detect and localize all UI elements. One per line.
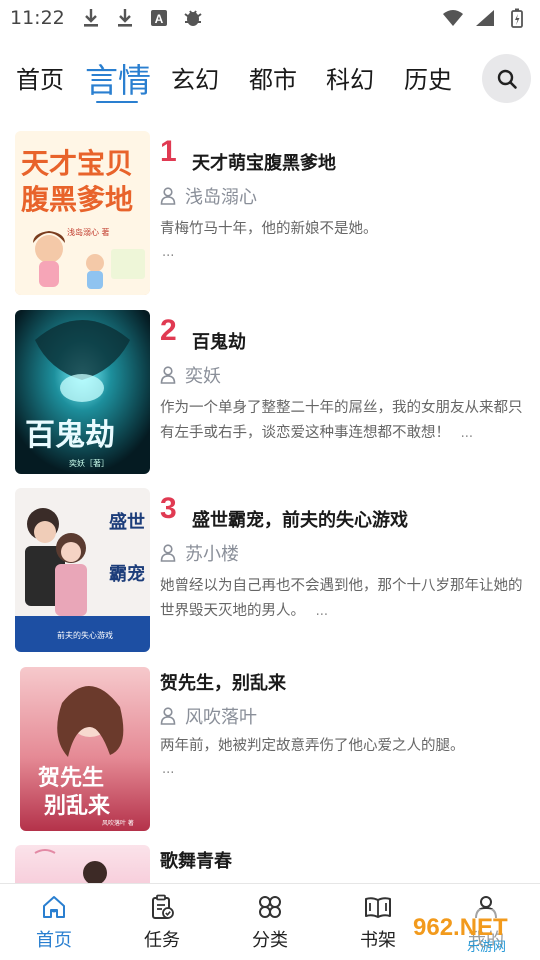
status-time: 11:22 [10, 7, 65, 29]
person-icon [160, 366, 176, 384]
download-icon [80, 8, 102, 28]
cover-title-text: 霸宠 [109, 563, 145, 585]
watermark-sub-text: 乐游网 [467, 940, 506, 955]
nav-category[interactable]: 分类 [230, 894, 310, 952]
search-button[interactable] [482, 54, 531, 103]
tab-scifi[interactable]: 科幻 [326, 60, 374, 95]
book-title[interactable]: 百鬼劫 [192, 328, 246, 354]
book-description-text: 她曾经以为自己再也不会遇到他，那个十八岁那年让她的世界毁天灭地的男人。 [160, 578, 523, 619]
cover-title-text: 贺先生 [38, 766, 104, 791]
book-item[interactable]: 贺先生 别乱来 风吹落叶 著 贺先生，别乱来 风吹落叶 两年前，她被判定故意弄伤… [0, 667, 540, 833]
more-ellipsis: ... [460, 426, 474, 441]
more-ellipsis: ... [315, 604, 329, 619]
book-author: 风吹落叶 [185, 707, 257, 728]
book-description-text: 两年前，她被判定故意弄伤了他心爱之人的腿。 [160, 738, 465, 754]
book-author: 浅岛溺心 [185, 187, 257, 208]
book-author: 苏小楼 [185, 544, 239, 565]
nav-task-label: 任务 [144, 930, 180, 951]
cover-title-text: 百鬼劫 [25, 418, 115, 453]
status-bar: 11:22 A [0, 0, 540, 36]
book-cover[interactable]: 盛世 霸宠 前夫的失心游戏 [15, 488, 150, 652]
svg-text:A: A [155, 12, 164, 26]
person-icon [160, 187, 176, 205]
book-description-text: 青梅竹马十年，他的新娘不是她。 [160, 221, 378, 237]
book-author: 奕妖 [185, 366, 221, 387]
nav-task[interactable]: 任务 [122, 894, 202, 952]
tab-history[interactable]: 历史 [404, 60, 452, 95]
cover-author-text: 风吹落叶 著 [102, 819, 134, 827]
wifi-icon [442, 8, 464, 28]
rank-number: 1 [160, 135, 177, 168]
author-row: 风吹落叶 [160, 703, 257, 729]
nav-home[interactable]: 首页 [14, 894, 94, 952]
cover-title-text: 天才宝贝 [21, 147, 133, 180]
notification-icons: A [80, 8, 204, 28]
cover-subtitle-text: 前夫的失心游戏 [57, 630, 113, 640]
book-cover[interactable]: 天才宝贝 腹黑爹地 浅岛溺心 著 [15, 131, 150, 295]
author-row: 奕妖 [160, 362, 221, 388]
nav-category-label: 分类 [252, 930, 288, 951]
book-description: 作为一个单身了整整二十年的屌丝，我的女朋友从来都只有左手或右手，谈恋爱这种事连想… [160, 396, 525, 446]
tab-romance[interactable]: 言情 [85, 54, 151, 102]
book-cover[interactable]: 百鬼劫 奕妖［著］ [15, 310, 150, 474]
home-icon [43, 896, 65, 918]
author-row: 苏小楼 [160, 540, 239, 566]
tab-home[interactable]: 首页 [16, 60, 64, 95]
tab-fantasy[interactable]: 玄幻 [171, 60, 219, 95]
book-item[interactable]: 百鬼劫 奕妖［著］ 2 百鬼劫 奕妖 作为一个单身了整整二十年的屌丝，我的女朋友… [0, 310, 540, 476]
person-icon [160, 707, 176, 725]
book-title[interactable]: 歌舞青春 [160, 847, 232, 873]
book-title[interactable]: 贺先生，别乱来 [160, 669, 286, 695]
download-icon [114, 8, 136, 28]
person-icon [160, 544, 176, 562]
rank-number: 2 [160, 314, 177, 347]
search-icon [497, 69, 517, 89]
bookshelf-icon [365, 897, 391, 918]
category-icon [259, 896, 281, 918]
rank-number: 3 [160, 492, 177, 525]
category-tabs: 首页 言情 玄幻 都市 科幻 历史 [0, 52, 540, 108]
task-icon [152, 894, 174, 919]
book-title[interactable]: 天才萌宝腹黑爹地 [192, 149, 336, 175]
cover-author-text: 奕妖［著］ [69, 458, 109, 468]
book-description: 两年前，她被判定故意弄伤了他心爱之人的腿。 ... [160, 734, 525, 781]
cover-author-text: 浅岛溺心 著 [67, 227, 110, 237]
more-ellipsis: ... [162, 245, 175, 260]
book-title[interactable]: 盛世霸宠，前夫的失心游戏 [192, 506, 408, 532]
bug-icon [182, 8, 204, 28]
system-icons [442, 8, 528, 28]
cover-title-text: 腹黑爹地 [21, 183, 133, 216]
cover-title-text: 别乱来 [43, 794, 111, 819]
active-tab-indicator [96, 101, 138, 103]
book-item[interactable]: 盛世 霸宠 前夫的失心游戏 3 盛世霸宠，前夫的失心游戏 苏小楼 她曾经以为自己… [0, 488, 540, 654]
tab-urban[interactable]: 都市 [249, 60, 297, 95]
book-cover[interactable]: 贺先生 别乱来 风吹落叶 著 [20, 667, 150, 831]
book-item[interactable]: 歌舞青春 [0, 845, 540, 883]
book-description: 她曾经以为自己再也不会遇到他，那个十八岁那年让她的世界毁天灭地的男人。 ... [160, 574, 525, 624]
book-cover[interactable] [15, 845, 150, 883]
nav-bookshelf-label: 书架 [360, 930, 396, 951]
watermark-brand-text: 962.NET [413, 914, 508, 941]
a-icon: A [148, 8, 170, 28]
cover-title-text: 盛世 [109, 511, 145, 533]
book-description: 青梅竹马十年，他的新娘不是她。 ... [160, 217, 525, 264]
more-ellipsis: ... [162, 762, 175, 777]
signal-icon [474, 8, 496, 28]
book-item[interactable]: 天才宝贝 腹黑爹地 浅岛溺心 著 1 天才萌宝腹黑爹地 浅岛溺心 青梅竹马十年，… [0, 131, 540, 297]
site-watermark: 962.NET 乐游网 [405, 905, 535, 957]
author-row: 浅岛溺心 [160, 183, 257, 209]
nav-home-label: 首页 [36, 930, 72, 951]
battery-icon [506, 8, 528, 28]
